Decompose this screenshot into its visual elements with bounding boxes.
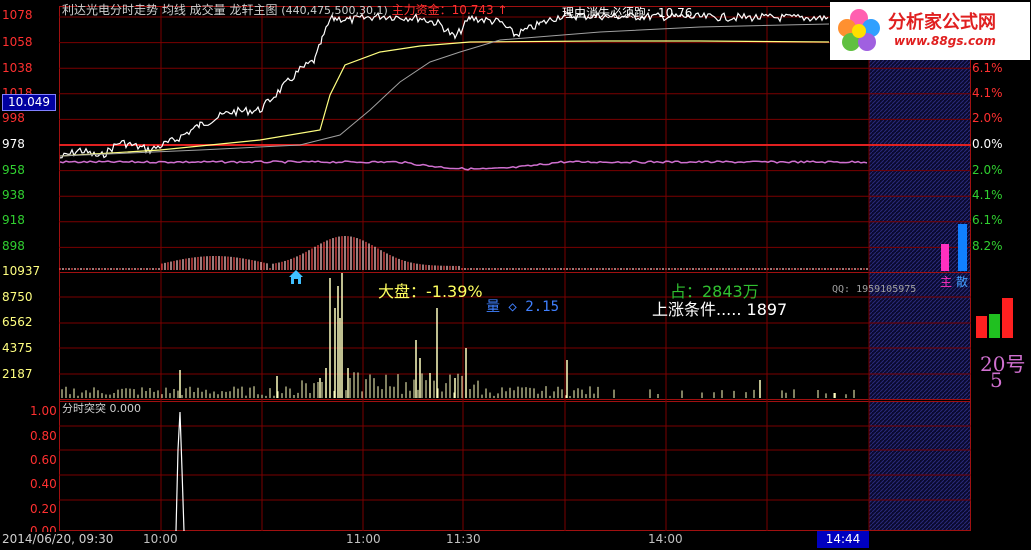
price-tick: 938 xyxy=(2,188,25,202)
logo-text: 分析家公式网 xyxy=(888,12,996,33)
time-tick: 10:00 xyxy=(143,532,178,546)
pct-tick-zero: 0.0% xyxy=(972,137,1003,151)
indicator-tick: 0.00 xyxy=(30,524,57,532)
indicator-tick: 0.60 xyxy=(30,453,57,467)
site-logo: 分析家公式网 www.88gs.com xyxy=(830,2,1030,60)
pct-tick: 6.1% xyxy=(972,61,1003,75)
volume-tick: 6562 xyxy=(2,315,33,329)
price-tick: 918 xyxy=(2,213,25,227)
price-tick: 1058 xyxy=(2,35,33,49)
price-tick: 1038 xyxy=(2,61,33,75)
chart-header: 利达光电分时走势 均线 成交量 龙轩主图 (440,475,500,30,1) … xyxy=(62,1,508,18)
chart-canvas xyxy=(59,6,1013,532)
indicator-spike xyxy=(175,411,185,532)
price-tick: 958 xyxy=(2,163,25,177)
main-force-label: 主 xyxy=(940,275,953,289)
price-tick: 898 xyxy=(2,239,25,253)
cursor-time-marker: 14:44 xyxy=(817,531,869,548)
pct-tick: 2.0% xyxy=(972,111,1003,125)
volume-tick: 2187 xyxy=(2,367,33,381)
rise-condition-label: 上涨条件..... 1897 xyxy=(652,300,788,319)
flower-logo-icon xyxy=(838,9,880,51)
indicator-tick: 0.80 xyxy=(30,429,57,443)
price-tick: 978 xyxy=(2,137,25,151)
indicator-green-bar xyxy=(989,314,1000,338)
pct-tick: 8.2% xyxy=(972,239,1003,253)
indicator-red-bar-2 xyxy=(1002,298,1013,338)
indicator-tick: 0.20 xyxy=(30,502,57,516)
time-tick: 14:00 xyxy=(648,532,683,546)
indicator-tick: 0.40 xyxy=(30,477,57,491)
number-sub-label: 5 xyxy=(990,368,1003,392)
indicator-red-bar-1 xyxy=(976,316,987,338)
volume-tick: 10937 xyxy=(2,264,41,278)
future-area-bottom xyxy=(869,401,970,531)
main-force-bar xyxy=(941,244,949,271)
pct-tick: 4.1% xyxy=(972,188,1003,202)
reason-label: 理由消失必须跑：10.76, xyxy=(562,6,697,20)
volume-tick: 4375 xyxy=(2,341,33,355)
indicator-title: 分时突突 0.000 xyxy=(62,402,141,415)
volume-ratio-label: 量 ◇ 2.15 xyxy=(486,299,560,315)
logo-url: www.88gs.com xyxy=(894,34,996,48)
time-start: 2014/06/20, 09:30 xyxy=(2,532,114,546)
price-line xyxy=(59,11,829,159)
average-price-line xyxy=(59,40,830,157)
qq-label: QQ: 1959105975 xyxy=(832,284,917,295)
time-tick: 11:00 xyxy=(346,532,381,546)
retail-label: 散 xyxy=(956,275,969,289)
capital-label: 主力资金：10.743 xyxy=(391,3,494,17)
pct-tick: 6.1% xyxy=(972,213,1003,227)
retail-bar xyxy=(958,224,967,271)
pct-tick: 4.1% xyxy=(972,86,1003,100)
chart-title: 利达光电分时走势 均线 成交量 龙轩主图 xyxy=(62,3,278,17)
current-price-marker: 10.049 xyxy=(2,94,56,111)
capital-arrow: ↑ xyxy=(497,3,508,17)
price-tick: 998 xyxy=(2,111,25,125)
pct-tick: 2.0% xyxy=(972,163,1003,177)
chart-params: (440,475,500,30,1) xyxy=(281,4,388,17)
time-tick: 11:30 xyxy=(446,532,481,546)
volume-tick: 8750 xyxy=(2,290,33,304)
price-tick: 1078 xyxy=(2,8,33,22)
market-label: 大盘：-1.39% xyxy=(378,282,483,301)
